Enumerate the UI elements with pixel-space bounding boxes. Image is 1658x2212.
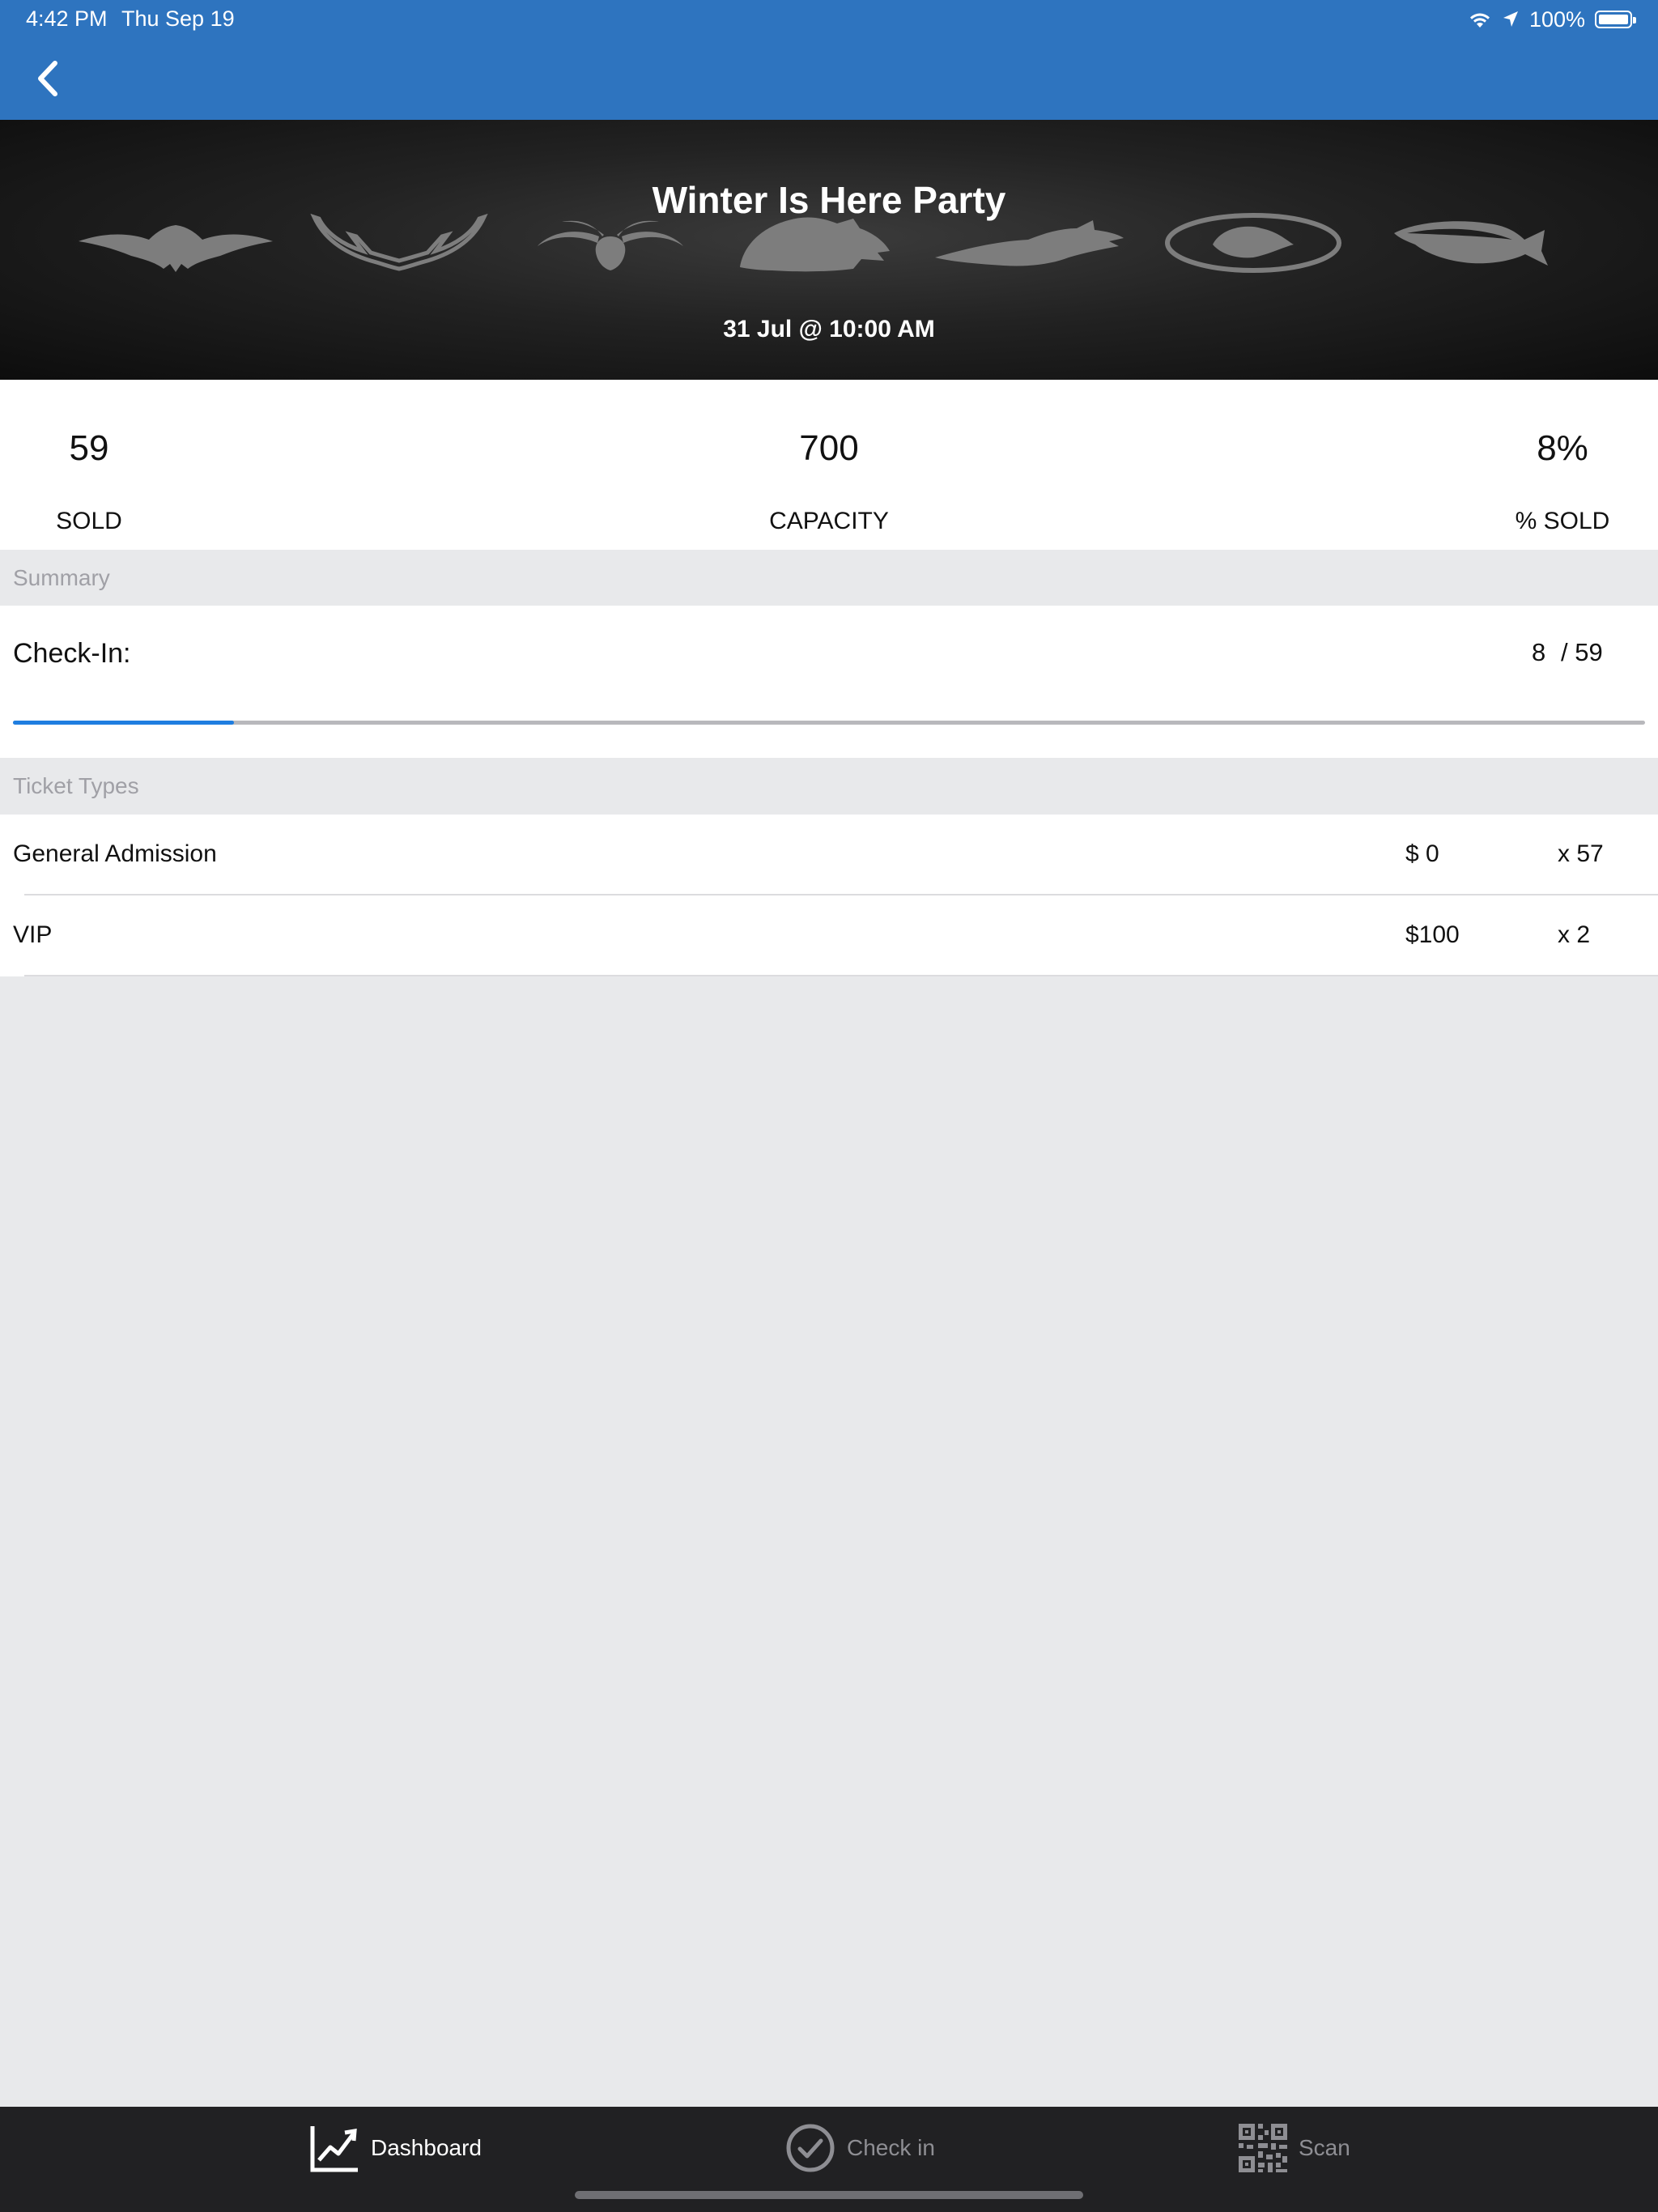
wifi-icon xyxy=(1469,13,1490,28)
status-date: Thu Sep 19 xyxy=(121,6,235,31)
battery-percent: 100% xyxy=(1528,6,1585,32)
ticket-quantity: x 2 xyxy=(1558,921,1591,948)
tab-bar: Dashboard Check in Scan xyxy=(0,2107,1658,2212)
nav-bar: 4:42 PM Thu Sep 19 100% xyxy=(0,0,1658,120)
ticket-price: $ 0 xyxy=(1405,840,1439,867)
tab-scan-label: Scan xyxy=(1299,2135,1350,2160)
tab-checkin-label: Check in xyxy=(847,2135,935,2160)
ticket-name: General Admission xyxy=(13,840,217,867)
checkin-total: / 59 xyxy=(1561,638,1603,666)
back-chevron-icon[interactable] xyxy=(31,57,66,100)
ticket-name: VIP xyxy=(13,921,53,948)
percent-sold-value: 8% xyxy=(1537,428,1588,468)
checkin-label: Check-In: xyxy=(13,638,131,669)
sold-value: 59 xyxy=(69,428,109,468)
event-date: 31 Jul @ 10:00 AM xyxy=(723,316,935,342)
capacity-label: CAPACITY xyxy=(769,508,889,534)
sales-stats: 59 SOLD 700 CAPACITY 8% % SOLD xyxy=(0,380,1658,550)
ticket-row-vip[interactable]: VIP $100 x 2 xyxy=(0,895,1658,976)
capacity-value: 700 xyxy=(799,428,859,468)
location-arrow-icon xyxy=(1503,11,1518,27)
eagle-sigil-icon xyxy=(79,225,273,272)
checkin-count: 8 xyxy=(1532,638,1546,666)
tab-scan[interactable]: Scan xyxy=(1239,2121,1350,2175)
home-indicator xyxy=(575,2191,1083,2199)
sold-label: SOLD xyxy=(56,508,122,534)
ticket-quantity: x 57 xyxy=(1558,840,1604,867)
direwolf-sigil-icon xyxy=(935,220,1124,266)
checkin-row: Check-In: 8 / 59 xyxy=(0,606,1658,758)
summary-section-header: Summary xyxy=(0,550,1658,606)
line-chart-icon xyxy=(310,2126,358,2172)
checkin-progress-fill xyxy=(13,721,235,725)
tab-checkin[interactable]: Check in xyxy=(785,2121,935,2175)
ticket-types-list: General Admission $ 0 x 57 VIP $100 x 2 xyxy=(0,815,1658,976)
percent-sold-label: % SOLD xyxy=(1515,508,1610,534)
checkmark-circle-icon xyxy=(786,2124,835,2172)
checkin-progress-bar xyxy=(13,721,1645,725)
tab-dashboard[interactable]: Dashboard xyxy=(309,2121,482,2175)
tab-dashboard-label: Dashboard xyxy=(371,2135,482,2160)
status-indicators: 100% xyxy=(1468,5,1636,34)
battery-icon xyxy=(1595,11,1636,28)
event-banner: Winter Is Here Party 31 Jul @ 10:00 AM xyxy=(0,120,1658,380)
trout-sigil-icon xyxy=(1394,221,1548,266)
ticket-row-general-admission[interactable]: General Admission $ 0 x 57 xyxy=(0,815,1658,895)
ticket-types-section-header: Ticket Types xyxy=(0,758,1658,815)
ticket-price: $100 xyxy=(1405,921,1460,948)
event-dashboard-screen: 4:42 PM Thu Sep 19 100% Winter Is Here P… xyxy=(0,0,1658,2212)
status-time: 4:42 PM xyxy=(26,6,108,31)
event-title: Winter Is Here Party xyxy=(652,179,1006,221)
qr-code-icon xyxy=(1239,2124,1287,2172)
